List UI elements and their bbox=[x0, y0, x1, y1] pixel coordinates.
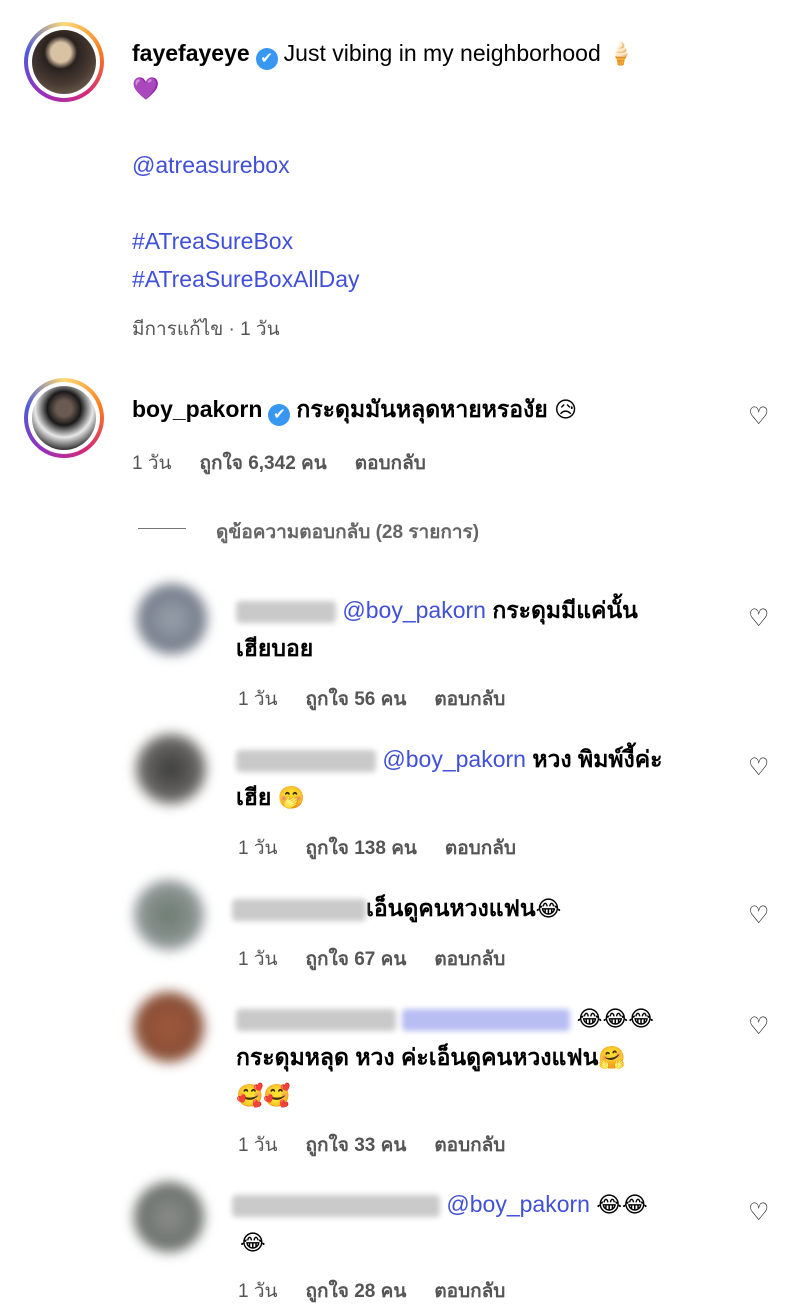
mention-link[interactable]: @atreasurebox bbox=[132, 152, 290, 179]
reply-mention[interactable]: @boy_pakorn bbox=[446, 1191, 590, 1217]
comment-reply-button[interactable]: ตอบกลับ bbox=[355, 453, 426, 474]
like-heart-icon[interactable]: ♡ bbox=[748, 1015, 770, 1039]
reply-likes[interactable]: ถูกใจ 56 คน bbox=[306, 689, 407, 710]
reply-time: 1 วัน bbox=[238, 1135, 278, 1156]
reply-avatar[interactable] bbox=[134, 1182, 204, 1252]
comment-text: กระดุมมันหลุดหายหรองัย bbox=[296, 396, 548, 422]
blurred-username[interactable] bbox=[236, 749, 376, 772]
reply-likes[interactable]: ถูกใจ 138 คน bbox=[306, 838, 417, 859]
view-replies-button[interactable]: ดูข้อความตอบกลับ (28 รายการ) bbox=[216, 517, 479, 547]
post-caption: fayefayeye ✔ Just vibing in my neighborhoo… bbox=[132, 34, 752, 108]
replies-divider bbox=[138, 528, 186, 529]
like-heart-icon[interactable]: ♡ bbox=[748, 405, 770, 429]
like-heart-icon[interactable]: ♡ bbox=[748, 756, 770, 780]
ice-cream-icon: 🍦 bbox=[607, 41, 635, 66]
blurred-username[interactable] bbox=[236, 600, 336, 623]
laughing-icon: 😂😂 bbox=[596, 1192, 648, 1217]
comment-body: boy_pakorn ✔ กระดุมมันหลุดหายหรองัย 😥 bbox=[132, 390, 732, 429]
reply-avatar[interactable] bbox=[136, 734, 206, 804]
purple-heart-icon: 💜 bbox=[132, 76, 160, 101]
blurred-mention[interactable] bbox=[402, 1008, 571, 1031]
reply-mention[interactable]: @boy_pakorn bbox=[342, 597, 486, 623]
reply-button[interactable]: ตอบกลับ bbox=[434, 689, 505, 710]
reply-avatar[interactable] bbox=[134, 880, 204, 950]
edited-time: มีการแก้ไข · 1 วัน bbox=[132, 319, 280, 340]
reply-meta: 1 วัน ถูกใจ 33 คน ตอบกลับ bbox=[238, 1130, 533, 1160]
reply-meta: 1 วัน ถูกใจ 28 คน ตอบกลับ bbox=[238, 1276, 533, 1306]
reply-body: 😂😂😂 กระดุมหลุด หวง ค่ะเอ็นดูคนหวงแฟน🤗 🥰🥰 bbox=[236, 999, 726, 1115]
reply-button[interactable]: ตอบกลับ bbox=[434, 1281, 505, 1302]
comment-username[interactable]: boy_pakorn bbox=[132, 396, 262, 422]
blurred-username[interactable] bbox=[232, 1194, 440, 1217]
like-heart-icon[interactable]: ♡ bbox=[748, 607, 770, 631]
reply-likes[interactable]: ถูกใจ 28 คน bbox=[306, 1281, 407, 1302]
like-heart-icon[interactable]: ♡ bbox=[748, 904, 770, 928]
reply-body: @boy_pakorn หวง พิมพ์งี้ค่ะ เฮีย 🤭 bbox=[236, 740, 726, 817]
blurred-username[interactable] bbox=[232, 898, 366, 921]
hashtag-link-2[interactable]: #ATreaSureBoxAllDay bbox=[132, 266, 360, 293]
reply-avatar[interactable] bbox=[137, 584, 207, 654]
reply-text-cont: เฮียบอย bbox=[236, 635, 314, 661]
reply-text: กระดุมหลุด หวง ค่ะเอ็นดูคนหวงแฟน bbox=[236, 1044, 599, 1070]
like-heart-icon[interactable]: ♡ bbox=[748, 1201, 770, 1225]
comment-meta: 1 วัน ถูกใจ 6,342 คน ตอบกลับ bbox=[132, 448, 454, 478]
reply-mention[interactable]: @boy_pakorn bbox=[382, 746, 526, 772]
reply-meta: 1 วัน ถูกใจ 56 คน ตอบกลับ bbox=[238, 684, 533, 714]
reply-button[interactable]: ตอบกลับ bbox=[434, 949, 505, 970]
laughing-icon: 😂 bbox=[535, 896, 562, 921]
post-username[interactable]: fayefayeye bbox=[132, 40, 250, 66]
love-face-icon: 🥰🥰 bbox=[236, 1083, 291, 1108]
reply-text: หวง พิมพ์งี้ค่ะ bbox=[532, 746, 663, 772]
reply-text-cont: เฮีย bbox=[236, 784, 272, 810]
reply-body: @boy_pakorn 😂😂 😂 bbox=[232, 1185, 722, 1262]
laughing-icon: 😂😂😂 bbox=[576, 1006, 654, 1031]
caption-text: Just vibing in my neighborhood bbox=[283, 40, 601, 66]
giggle-icon: 🤭 bbox=[277, 785, 306, 810]
reply-time: 1 วัน bbox=[238, 838, 278, 859]
reply-time: 1 วัน bbox=[238, 949, 278, 970]
reply-button[interactable]: ตอบกลับ bbox=[445, 838, 516, 859]
hashtag-link-1[interactable]: #ATreaSureBox bbox=[132, 228, 293, 255]
laughing-icon: 😂 bbox=[240, 1230, 266, 1255]
hug-icon: 🤗 bbox=[598, 1045, 626, 1070]
verified-icon: ✔ bbox=[268, 404, 291, 426]
comment-time: 1 วัน bbox=[132, 453, 172, 474]
comment-likes[interactable]: ถูกใจ 6,342 คน bbox=[200, 453, 327, 474]
comment-author-avatar[interactable] bbox=[24, 378, 104, 458]
reply-button[interactable]: ตอบกลับ bbox=[434, 1135, 505, 1156]
reply-text: กระดุมมีแค่นั้น bbox=[492, 597, 638, 623]
reply-avatar[interactable] bbox=[134, 992, 204, 1062]
reply-time: 1 วัน bbox=[238, 1281, 278, 1302]
reply-likes[interactable]: ถูกใจ 33 คน bbox=[306, 1135, 407, 1156]
reply-body: @boy_pakorn กระดุมมีแค่นั้น เฮียบอย bbox=[236, 591, 726, 667]
post-author-avatar[interactable] bbox=[24, 22, 104, 102]
reply-text: เอ็นดูคนหวงแฟน bbox=[366, 895, 536, 921]
blurred-username[interactable] bbox=[236, 1008, 396, 1031]
verified-icon: ✔ bbox=[255, 48, 278, 70]
reply-meta: 1 วัน ถูกใจ 67 คน ตอบกลับ bbox=[238, 944, 533, 974]
reply-body: เอ็นดูคนหวงแฟน😂 bbox=[232, 889, 722, 928]
reply-likes[interactable]: ถูกใจ 67 คน bbox=[306, 949, 407, 970]
reply-meta: 1 วัน ถูกใจ 138 คน ตอบกลับ bbox=[238, 833, 544, 863]
reply-time: 1 วัน bbox=[238, 689, 278, 710]
sad-face-icon: 😥 bbox=[554, 397, 578, 422]
